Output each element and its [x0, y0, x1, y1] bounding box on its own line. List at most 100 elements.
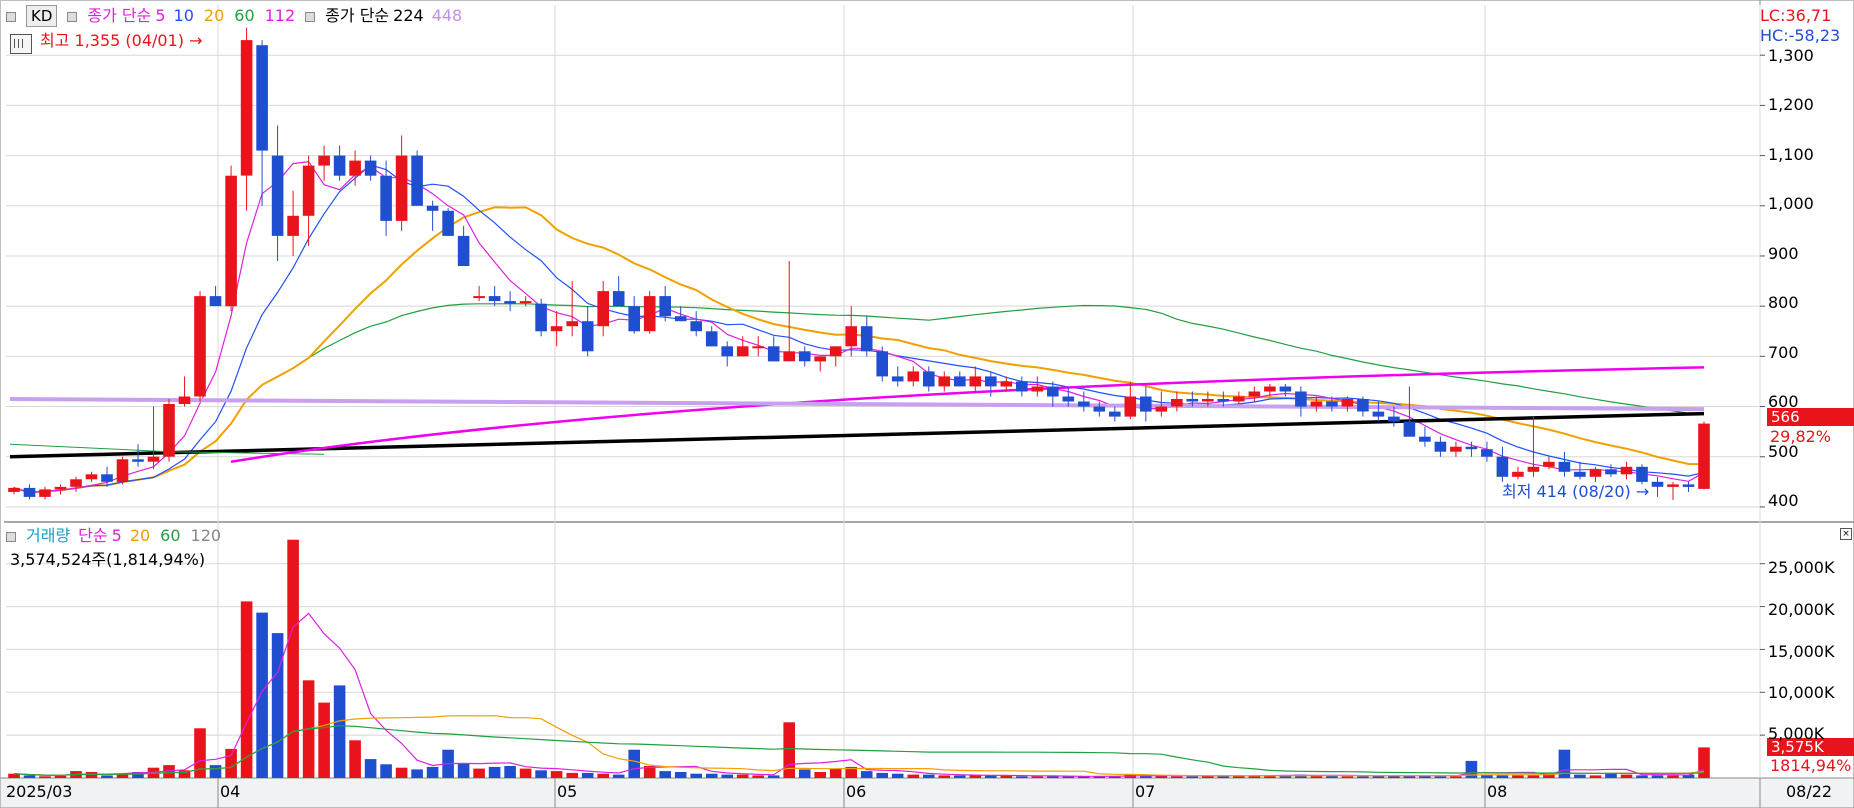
- volume-ma-5: 5: [111, 526, 122, 545]
- low-note: 최저 414 (08/20) →: [1502, 482, 1650, 501]
- volume-bar: [457, 763, 470, 778]
- candle-body: [767, 346, 780, 362]
- candle-body: [1667, 484, 1679, 487]
- candle-body: [1109, 411, 1121, 417]
- candle-body: [178, 396, 191, 404]
- candle-body: [1388, 416, 1400, 422]
- close-icon[interactable]: ×: [1840, 528, 1852, 540]
- volume-bar: [1031, 776, 1044, 778]
- candle-body: [1031, 386, 1044, 392]
- candle-body: [302, 165, 315, 216]
- candle-body: [597, 291, 609, 327]
- candle-body: [380, 175, 392, 221]
- candle-body: [488, 296, 501, 302]
- volume-info: 3,574,524주(1,814,94%): [10, 550, 206, 569]
- price-tick-1000: 1,000: [1768, 194, 1814, 213]
- volume-tick-25000: 25,000K: [1768, 558, 1835, 577]
- candle-body: [1155, 406, 1168, 412]
- volume-legend-toggle-icon[interactable]: [6, 531, 16, 542]
- volume-bar: [1434, 776, 1447, 778]
- volume-bar: [209, 765, 222, 778]
- candle-body: [1512, 471, 1524, 477]
- volume-bar: [194, 728, 206, 778]
- candle-body: [690, 321, 702, 332]
- ma-period-5: 5: [155, 6, 166, 25]
- ma-period-60: 60: [234, 6, 255, 25]
- volume-bar: [1620, 774, 1633, 778]
- volume-label: 거래량: [26, 526, 71, 545]
- candle-body: [938, 376, 951, 387]
- legend-square-icon[interactable]: [67, 11, 78, 22]
- candle-body: [1558, 461, 1571, 472]
- candle-body: [876, 351, 888, 377]
- legend-toggle-icon[interactable]: [6, 11, 16, 22]
- volume-bar: [411, 769, 423, 778]
- candle-body: [1326, 401, 1338, 407]
- candle-body: [209, 296, 222, 307]
- candle-body: [752, 346, 764, 349]
- volume-bar: [333, 685, 346, 778]
- calendar-icon[interactable]: [10, 34, 32, 54]
- volume-bar: [380, 764, 392, 778]
- volume-bar: [690, 773, 702, 778]
- volume-bar: [504, 766, 516, 778]
- volume-bar: [1512, 775, 1524, 778]
- volume-bar: [256, 612, 268, 778]
- candle-body: [535, 303, 547, 332]
- candle-body: [1450, 446, 1462, 452]
- volume-bar: [612, 774, 625, 778]
- candle-body: [907, 371, 920, 382]
- volume-bar: [814, 772, 826, 778]
- volume-bar: [395, 767, 408, 778]
- x-label-05: 05: [557, 782, 578, 801]
- volume-bar: [1341, 776, 1354, 778]
- legend-square-icon-2[interactable]: [305, 11, 316, 22]
- volume-bar: [938, 775, 951, 778]
- candle-body: [256, 45, 268, 151]
- candle-body: [85, 474, 98, 480]
- candle-body: [1062, 396, 1075, 402]
- candle-body: [395, 155, 408, 221]
- candle-body: [721, 346, 733, 357]
- ma2-label: 종가 단순: [325, 6, 390, 25]
- chart-window: { "price_legend": { "button": "KD", "ma_…: [0, 0, 1854, 808]
- kd-button[interactable]: KD: [26, 5, 58, 27]
- volume-bar: [426, 766, 439, 778]
- candle-body: [1047, 386, 1059, 397]
- candle-body: [1698, 423, 1710, 489]
- candle-body: [1016, 381, 1028, 392]
- candle-body: [1527, 466, 1540, 472]
- candle-body: [969, 376, 982, 387]
- candle-body: [829, 346, 842, 357]
- ma-period-10: 10: [173, 6, 194, 25]
- candle-body: [271, 155, 284, 236]
- candle-body: [1202, 399, 1214, 402]
- candle-body: [674, 316, 687, 322]
- volume-bar: [240, 601, 253, 778]
- candle-body: [736, 346, 749, 357]
- candle-body: [1357, 399, 1369, 412]
- candle-body: [798, 351, 811, 362]
- candle-body: [519, 301, 532, 304]
- candle-body: [628, 306, 640, 332]
- volume-bar: [473, 768, 485, 778]
- x-label-08: 08: [1487, 782, 1508, 801]
- volume-bar: [829, 768, 842, 778]
- candle-body: [349, 160, 361, 176]
- candle-body: [1000, 381, 1013, 387]
- candle-body: [1140, 396, 1152, 412]
- candle-body: [318, 155, 330, 166]
- volume-bar: [721, 774, 733, 778]
- price-tick-500: 500: [1768, 442, 1799, 461]
- candle-body: [845, 326, 857, 347]
- ma-period-224: 224: [393, 6, 424, 25]
- candle-body: [426, 205, 439, 211]
- candle-body: [1186, 399, 1199, 402]
- volume-bar: [767, 775, 780, 778]
- volume-bar: [659, 771, 671, 778]
- volume-change-text: 1814,94%: [1770, 756, 1852, 775]
- price-tick-700: 700: [1768, 343, 1799, 362]
- volume-bar: [519, 768, 532, 778]
- volume-legend: 거래량 단순 5 20 60 120: [6, 526, 231, 546]
- candle-body: [473, 296, 485, 299]
